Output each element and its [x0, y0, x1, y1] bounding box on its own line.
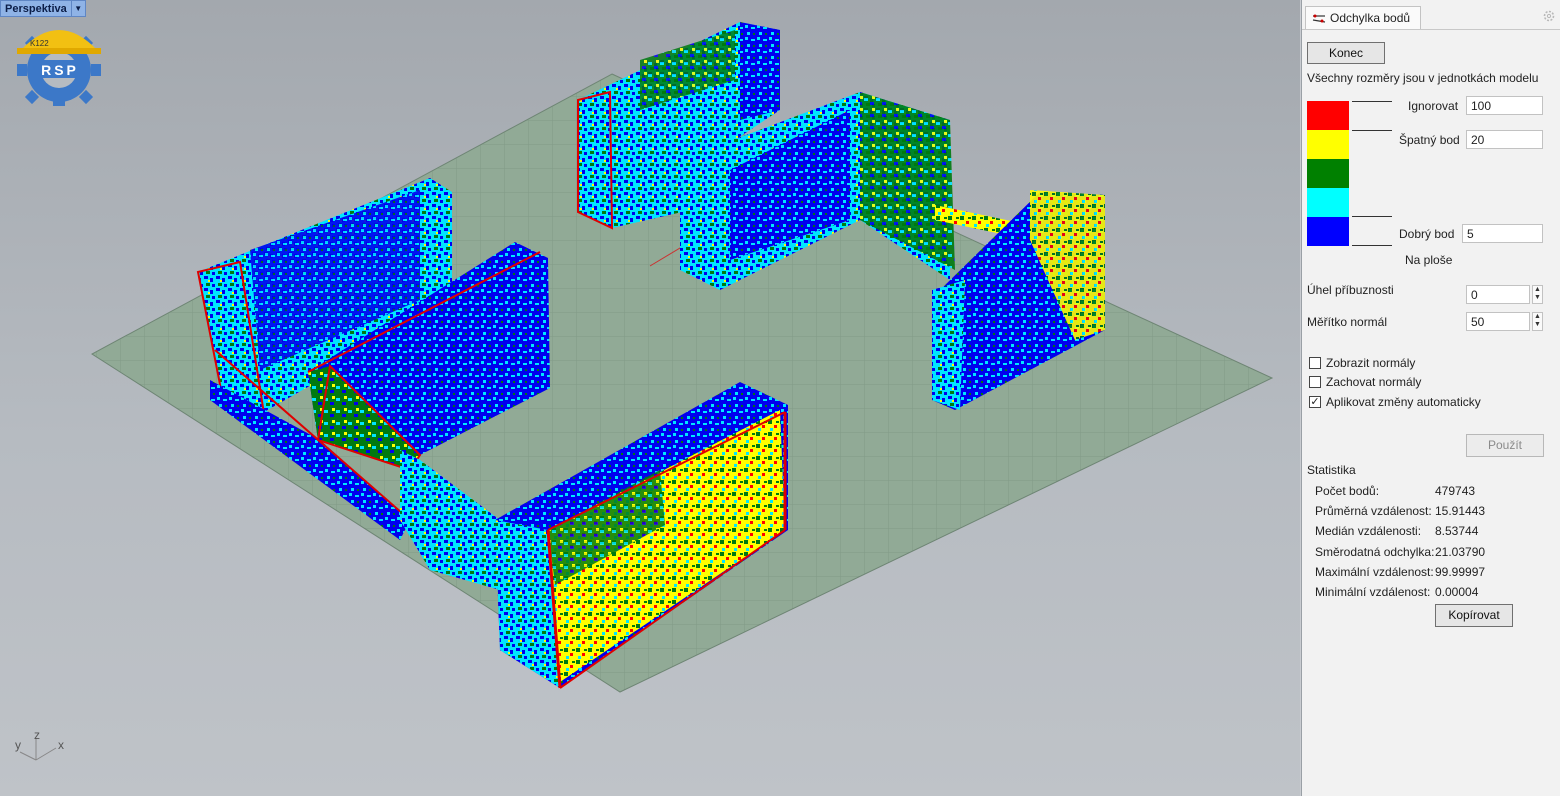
- auto-apply-label[interactable]: Aplikovat změny automaticky: [1326, 395, 1481, 409]
- legend-swatch-red: [1307, 101, 1349, 130]
- copy-button[interactable]: Kopírovat: [1435, 604, 1513, 627]
- axis-y-label: y: [15, 738, 21, 752]
- chevron-down-icon: ▼: [1534, 294, 1541, 301]
- keep-normals-label[interactable]: Zachovat normály: [1326, 375, 1421, 389]
- ignore-threshold-input[interactable]: 100: [1466, 96, 1543, 115]
- stat-value: 21.03790: [1435, 545, 1486, 559]
- point-cloud-scene[interactable]: [0, 0, 1300, 796]
- angle-input[interactable]: 0: [1466, 285, 1530, 304]
- stat-value: 8.53744: [1435, 524, 1479, 538]
- end-button[interactable]: Konec: [1307, 42, 1385, 64]
- units-note: Všechny rozměry jsou v jednotkách modelu: [1307, 71, 1539, 85]
- bad-point-label: Špatný bod: [1399, 133, 1460, 147]
- stat-value: 99.99997: [1435, 565, 1486, 579]
- logo-text: RSP: [41, 62, 79, 78]
- good-point-threshold-input[interactable]: 5: [1462, 224, 1543, 243]
- stat-value: 479743: [1435, 484, 1476, 498]
- viewport-name[interactable]: Perspektiva: [0, 0, 72, 17]
- good-point-label: Dobrý bod: [1399, 227, 1455, 241]
- rsp-logo: K122 RSP: [13, 14, 105, 109]
- normal-scale-input[interactable]: 50: [1466, 312, 1530, 331]
- stat-label: Maximální vzdálenost:: [1315, 565, 1434, 579]
- axis-x-label: x: [58, 738, 64, 752]
- panel-tab[interactable]: Odchylka bodů: [1305, 6, 1421, 29]
- legend-swatch-cyan: [1307, 188, 1349, 217]
- stat-label: Průměrná vzdálenost:: [1315, 504, 1432, 518]
- deviation-panel: Odchylka bodů Konec Všechny rozměry jsou…: [1301, 0, 1560, 796]
- gear-icon[interactable]: [1543, 10, 1555, 22]
- panel-tab-title: Odchylka bodů: [1330, 11, 1411, 25]
- chevron-up-icon: ▲: [1534, 313, 1541, 320]
- stat-label: Počet bodů:: [1315, 484, 1380, 498]
- stat-value: 15.91443: [1435, 504, 1486, 518]
- axis-indicator: y z x: [10, 726, 80, 766]
- viewport-dropdown-icon[interactable]: ▼: [71, 0, 86, 17]
- angle-label: Úhel příbuznosti: [1307, 283, 1394, 297]
- auto-apply-checkbox[interactable]: ✓: [1309, 396, 1321, 408]
- axis-z-label: z: [34, 728, 40, 742]
- stat-label: Směrodatná odchylka:: [1315, 545, 1435, 559]
- legend-swatch-green: [1307, 159, 1349, 188]
- statistics-title: Statistika: [1307, 463, 1356, 477]
- stat-value: 0.00004: [1435, 585, 1479, 599]
- angle-stepper[interactable]: ▲ ▼: [1532, 285, 1543, 304]
- show-normals-label[interactable]: Zobrazit normály: [1326, 356, 1415, 370]
- legend-tick: [1352, 216, 1392, 217]
- panel-tab-divider: [1302, 29, 1560, 30]
- legend-swatch-blue: [1307, 217, 1349, 246]
- point-deviation-icon: [1312, 14, 1326, 23]
- chevron-down-icon: ▼: [1534, 321, 1541, 328]
- stat-label: Minimální vzdálenost:: [1315, 585, 1431, 599]
- ignore-label: Ignorovat: [1408, 99, 1459, 113]
- chevron-up-icon: ▲: [1534, 286, 1541, 293]
- show-normals-checkbox[interactable]: [1309, 357, 1321, 369]
- viewport-title-tab[interactable]: Perspektiva ▼: [0, 0, 86, 17]
- stat-label: Medián vzdálenosti:: [1315, 524, 1422, 538]
- apply-button[interactable]: Použít: [1466, 434, 1544, 457]
- legend-swatch-yellow: [1307, 130, 1349, 159]
- bad-point-threshold-input[interactable]: 20: [1466, 130, 1543, 149]
- legend-tick: [1352, 101, 1392, 102]
- perspective-viewport[interactable]: Perspektiva ▼ K122 RSP y z x: [0, 0, 1300, 796]
- legend-tick: [1352, 245, 1392, 246]
- logo-top-text: K122: [30, 39, 49, 48]
- on-surface-label: Na ploše: [1405, 253, 1453, 267]
- legend-tick: [1352, 130, 1392, 131]
- keep-normals-checkbox[interactable]: [1309, 376, 1321, 388]
- normal-scale-label: Měřítko normál: [1307, 315, 1388, 329]
- normal-scale-stepper[interactable]: ▲ ▼: [1532, 312, 1543, 331]
